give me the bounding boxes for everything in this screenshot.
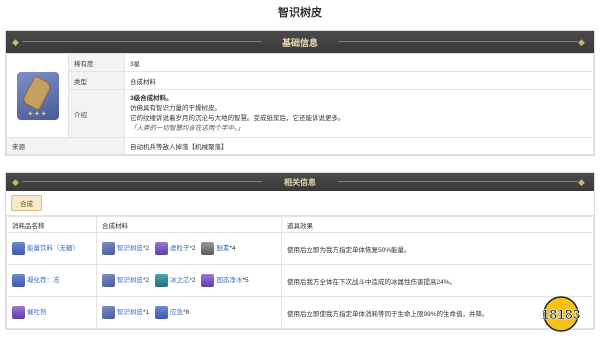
ice-core-icon — [154, 274, 168, 287]
material-link[interactable]: 应急 — [170, 309, 183, 316]
emergency-icon — [154, 306, 168, 319]
header-divider — [22, 181, 262, 182]
material-qty: *8 — [182, 309, 190, 317]
effect-cell: 使用后我方全体在下次战斗中造成的冰属性伤害提高24%。 — [281, 264, 594, 297]
related-table: 消耗品名称 合成材料 道具效果 能量饮料（无糖） 智识树皮*2 虚粒子*2 醚素… — [6, 216, 594, 329]
energy-drink-icon — [12, 242, 25, 255]
material-qty: *5 — [242, 277, 249, 285]
column-header-effect: 道具效果 — [281, 216, 594, 233]
header-divider — [338, 181, 578, 182]
consumable-cell: 催吐剂 — [6, 296, 97, 329]
material-link[interactable]: 虚粒子 — [170, 245, 190, 252]
material-link[interactable]: 冰之芯 — [170, 277, 190, 284]
item-image: ✦✦✦ — [16, 71, 59, 120]
material-qty: *2 — [189, 245, 196, 253]
intro-bold: 3级合成材料。 — [130, 94, 173, 102]
material-qty: *4 — [229, 245, 236, 253]
item-image-cell: ✦✦✦ — [6, 53, 69, 138]
ornament-icon: ◆ — [12, 37, 19, 47]
column-header-materials: 合成材料 — [96, 216, 282, 233]
column-header-name: 消耗品名称 — [6, 216, 97, 233]
emetic-icon — [12, 306, 25, 319]
consumable-link[interactable]: 能量饮料（无糖） — [27, 245, 79, 252]
consumable-cell: 凝化荐：冻 — [6, 264, 97, 297]
svg-text:18183: 18183 — [542, 306, 581, 322]
table-row: 能量饮料（无糖） 智识树皮*2 虚粒子*2 醚素*4 使用后立即为我方指定单体恢… — [6, 232, 594, 265]
materials-cell: 智识树皮*2 虚粒子*2 醚素*4 — [96, 232, 282, 265]
consumable-link[interactable]: 凝化荐：冻 — [27, 277, 60, 284]
material-link[interactable]: 醚素 — [216, 245, 229, 252]
bark-icon — [20, 74, 53, 111]
bark-icon — [102, 306, 115, 319]
material-link[interactable]: 智识树皮 — [117, 309, 143, 316]
potion-icon — [12, 274, 25, 287]
rarity-label: 稀有度 — [68, 53, 125, 72]
ornament-icon: ◆ — [578, 177, 585, 187]
material-link[interactable]: 智识树皮 — [117, 245, 143, 252]
page-title: 智识树皮 — [278, 7, 322, 19]
intro-value: 3级合成材料。 仿佛具有智识力量的干燥树皮。 它的纹缕诉说着岁月的沉沦与大地的智… — [124, 89, 594, 138]
basic-info-panel: ◆ 基础信息 ◆ ✦✦✦ 稀有度 3星 类型 合成材料 介绍 3级合成材料。 仿… — [5, 30, 595, 156]
basic-info-table: ✦✦✦ 稀有度 3星 类型 合成材料 介绍 3级合成材料。 仿佛具有智识力量的干… — [6, 53, 594, 155]
intro-line-2: 它的纹缕诉说着岁月的沉沦与大地的智慧。变成纸浆后，它还能诉说更多。 — [130, 114, 345, 122]
related-info-panel: ◆ 相关信息 ◆ 合成 消耗品名称 合成材料 道具效果 能量饮料（无糖） 智识树… — [5, 172, 595, 330]
basic-info-title: 基础信息 — [281, 37, 318, 48]
particle-icon — [154, 242, 168, 255]
ornament-icon: ◆ — [578, 37, 585, 47]
basic-info-header: ◆ 基础信息 ◆ — [6, 31, 594, 53]
intro-label: 介绍 — [68, 89, 125, 138]
table-row: 凝化荐：冻 智识树皮*2 冰之芯*2 固态净水*5 使用后我方全体在下次战斗中造… — [6, 264, 594, 297]
water-icon — [201, 274, 215, 287]
related-info-title: 相关信息 — [284, 177, 316, 187]
consumable-cell: 能量饮料（无糖） — [6, 232, 97, 265]
material-link[interactable]: 智识树皮 — [117, 277, 143, 284]
material-qty: *2 — [143, 277, 150, 285]
related-info-header: ◆ 相关信息 ◆ — [6, 173, 594, 191]
materials-cell: 智识树皮*1 应急*8 — [96, 296, 282, 329]
source-value: 自动机兵等敌人掉落【机械聚落】 — [124, 137, 594, 155]
material-qty: *1 — [143, 309, 150, 317]
tab-bar: 合成 — [6, 191, 594, 216]
ornament-icon: ◆ — [12, 177, 19, 187]
intro-line-1: 仿佛具有智识力量的干燥树皮。 — [130, 104, 221, 112]
consumable-link[interactable]: 催吐剂 — [27, 309, 47, 316]
type-value: 合成材料 — [124, 71, 594, 90]
source-label: 来源 — [6, 137, 125, 155]
rarity-stars-icon: ✦✦✦ — [27, 110, 48, 118]
site-logo: 18183 — [541, 296, 581, 332]
type-label: 类型 — [68, 71, 125, 90]
header-divider — [22, 41, 262, 42]
material-link[interactable]: 固态净水 — [216, 277, 242, 284]
header-divider — [338, 41, 578, 42]
table-row: 催吐剂 智识树皮*1 应急*8 使用后立即使我方指定单体消耗等同于生命上限99%… — [6, 296, 594, 329]
material-qty: *2 — [189, 277, 196, 285]
intro-quote: 「人类的一切智慧均含在这两个字中。」 — [130, 124, 244, 132]
bark-icon — [102, 242, 115, 255]
tab-synthesis[interactable]: 合成 — [11, 195, 42, 211]
ether-icon — [201, 242, 215, 255]
rarity-value: 3星 — [124, 53, 594, 72]
bark-icon — [102, 274, 115, 287]
effect-cell: 使用后立即为我方指定单体恢复50%能量。 — [281, 232, 594, 265]
material-qty: *2 — [143, 245, 150, 253]
materials-cell: 智识树皮*2 冰之芯*2 固态净水*5 — [96, 264, 282, 297]
